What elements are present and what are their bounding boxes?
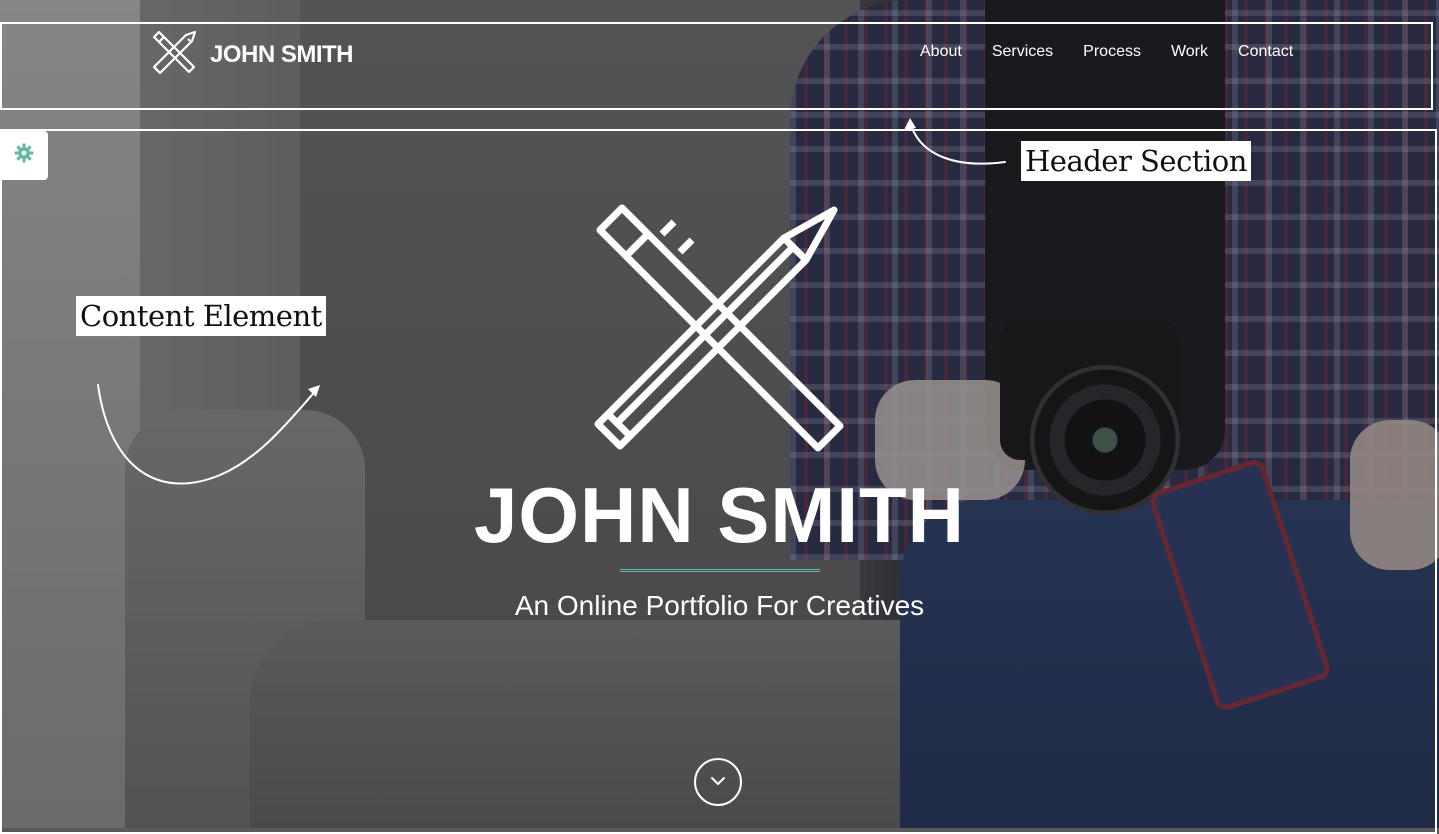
hero-divider — [620, 569, 820, 572]
chevron-down-icon — [710, 773, 726, 791]
hero-subtitle: An Online Portfolio For Creatives — [514, 590, 925, 621]
hero-title: JOHN SMITH — [473, 471, 966, 559]
content-element-label: Content Element — [76, 296, 326, 336]
gear-icon — [14, 143, 34, 168]
scroll-down-button[interactable] — [694, 758, 742, 806]
pencil-ruler-cross-icon — [594, 202, 844, 462]
header-section-label: Header Section — [1021, 141, 1251, 181]
settings-button[interactable] — [0, 131, 48, 180]
header-section-outline — [0, 22, 1433, 110]
